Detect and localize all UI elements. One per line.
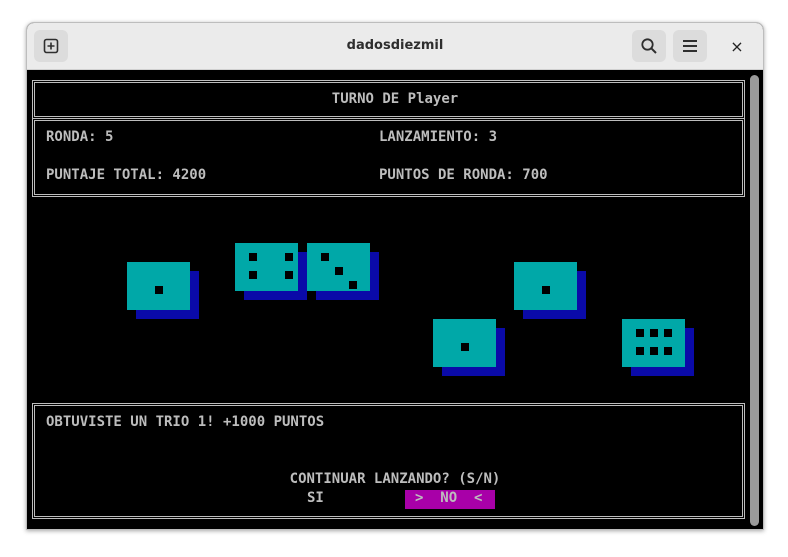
die-6	[622, 319, 694, 376]
die-pip	[636, 329, 644, 337]
die-2	[235, 243, 307, 300]
die-pip	[664, 329, 672, 337]
die-face-1	[433, 319, 496, 367]
die-pip	[650, 329, 658, 337]
die-face-4	[235, 243, 298, 291]
hamburger-menu-icon	[683, 40, 697, 52]
die-pip	[461, 343, 469, 351]
die-face-1	[127, 262, 190, 310]
option-no[interactable]: > NO <	[415, 490, 482, 506]
die-4	[433, 319, 505, 376]
die-pip	[636, 347, 644, 355]
terminal-window: dadosdiezmil × TURNO DE Player RONDA: 5 …	[26, 22, 764, 530]
die-pip	[321, 253, 329, 261]
die-face-1	[514, 262, 577, 310]
die-pip	[285, 271, 293, 279]
die-pip	[285, 253, 293, 261]
scrollbar[interactable]	[750, 75, 759, 526]
search-button[interactable]	[632, 30, 666, 62]
title-bar: dadosdiezmil ×	[27, 23, 763, 70]
result-message: OBTUVISTE UN TRIO 1! +1000 PUNTOS	[46, 414, 325, 430]
die-pip	[155, 286, 163, 294]
terminal-area[interactable]: TURNO DE Player RONDA: 5 LANZAMIENTO: 3 …	[27, 70, 763, 529]
close-icon: ×	[730, 36, 744, 56]
die-face-6	[622, 319, 685, 367]
total-score-label: PUNTAJE TOTAL: 4200	[46, 167, 207, 183]
die-1	[127, 262, 199, 319]
die-face-3	[307, 243, 370, 291]
die-5	[514, 262, 586, 319]
die-3	[307, 243, 379, 300]
search-icon	[641, 38, 657, 54]
continue-prompt: CONTINUAR LANZANDO? (S/N)	[289, 471, 501, 487]
close-button[interactable]: ×	[723, 32, 751, 60]
turn-header: TURNO DE Player	[331, 91, 459, 107]
die-pip	[249, 253, 257, 261]
throw-label: LANZAMIENTO: 3	[379, 129, 498, 145]
die-pip	[542, 286, 550, 294]
die-pip	[664, 347, 672, 355]
die-pip	[650, 347, 658, 355]
round-label: RONDA: 5	[46, 129, 114, 145]
die-pip	[335, 267, 343, 275]
menu-button[interactable]	[673, 30, 707, 62]
round-points-label: PUNTOS DE RONDA: 700	[379, 167, 548, 183]
die-pip	[249, 271, 257, 279]
die-pip	[349, 281, 357, 289]
option-yes[interactable]: SI	[307, 490, 324, 506]
